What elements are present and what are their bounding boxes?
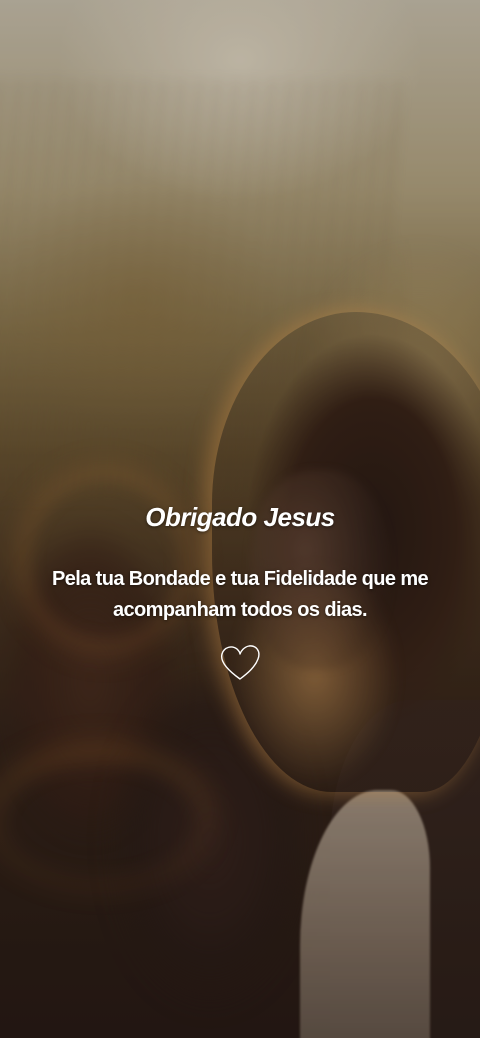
message-text: Pela tua Bondade e tua Fidelidade que me… [51,568,429,621]
page-title: Obrigado Jesus [145,502,335,532]
heart-outline-icon [220,645,260,680]
wallpaper-screen: Obrigado Jesus Pela tua Bondade e tua Fi… [0,0,480,1038]
